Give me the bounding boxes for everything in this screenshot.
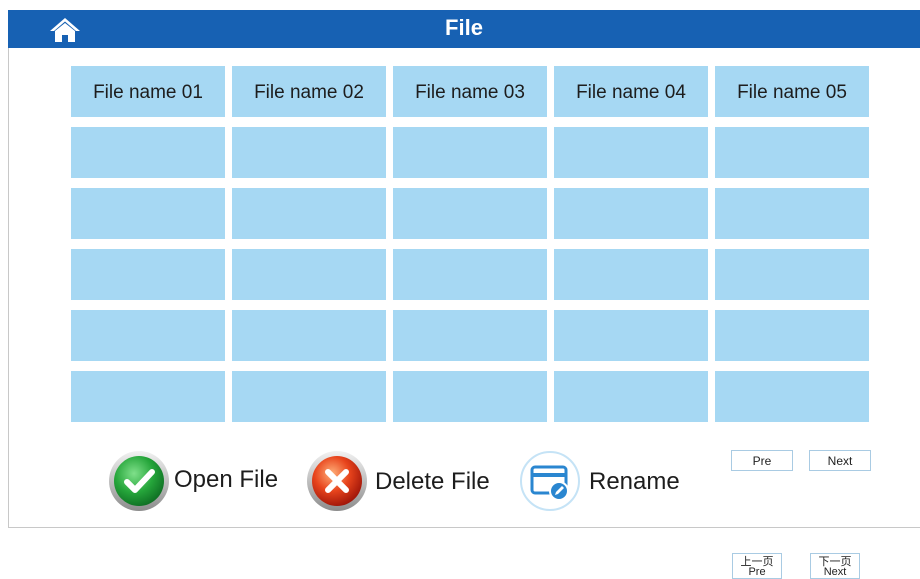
title-bar: File	[8, 10, 920, 48]
file-cell[interactable]	[393, 310, 547, 361]
rename-label: Rename	[589, 468, 680, 495]
delete-icon	[307, 451, 367, 511]
file-cell[interactable]	[393, 249, 547, 300]
file-cell[interactable]	[71, 188, 225, 239]
file-cell[interactable]	[71, 371, 225, 422]
file-cell[interactable]	[554, 371, 708, 422]
column-header-file-03[interactable]: File name 03	[393, 66, 547, 117]
file-cell[interactable]	[554, 249, 708, 300]
rename-button[interactable]: Rename	[519, 450, 689, 512]
open-file-label: Open File	[174, 466, 279, 493]
page-title: File	[445, 15, 483, 40]
file-cell[interactable]	[715, 127, 869, 178]
file-cell[interactable]	[554, 127, 708, 178]
file-cell[interactable]	[393, 188, 547, 239]
bottom-prev-en-label: Pre	[748, 566, 766, 578]
file-cell[interactable]	[554, 188, 708, 239]
file-cell[interactable]	[232, 249, 386, 300]
file-cell[interactable]	[393, 127, 547, 178]
rename-icon	[520, 451, 580, 511]
file-cell[interactable]	[71, 249, 225, 300]
delete-file-label: Delete File	[375, 468, 490, 495]
bottom-next-page-button[interactable]: 下一页 Next	[810, 553, 860, 579]
file-cell[interactable]	[232, 188, 386, 239]
file-cell[interactable]	[71, 127, 225, 178]
file-cell[interactable]	[232, 127, 386, 178]
file-cell[interactable]	[393, 371, 547, 422]
column-header-file-04[interactable]: File name 04	[554, 66, 708, 117]
file-cell[interactable]	[71, 310, 225, 361]
file-cell[interactable]	[715, 310, 869, 361]
file-cell[interactable]	[554, 310, 708, 361]
column-header-file-01[interactable]: File name 01	[71, 66, 225, 117]
file-cell[interactable]	[715, 188, 869, 239]
next-page-button[interactable]: Next	[809, 450, 871, 471]
column-header-file-05[interactable]: File name 05	[715, 66, 869, 117]
check-icon	[109, 451, 169, 511]
column-header-file-02[interactable]: File name 02	[232, 66, 386, 117]
bottom-prev-page-button[interactable]: 上一页 Pre	[732, 553, 782, 579]
file-cell[interactable]	[715, 371, 869, 422]
file-cell[interactable]	[232, 371, 386, 422]
file-cell[interactable]	[232, 310, 386, 361]
file-cell[interactable]	[715, 249, 869, 300]
prev-page-button[interactable]: Pre	[731, 450, 793, 471]
bottom-next-en-label: Next	[823, 566, 847, 578]
delete-file-button[interactable]: Delete File	[306, 450, 506, 512]
open-file-button[interactable]: Open File	[108, 450, 288, 512]
